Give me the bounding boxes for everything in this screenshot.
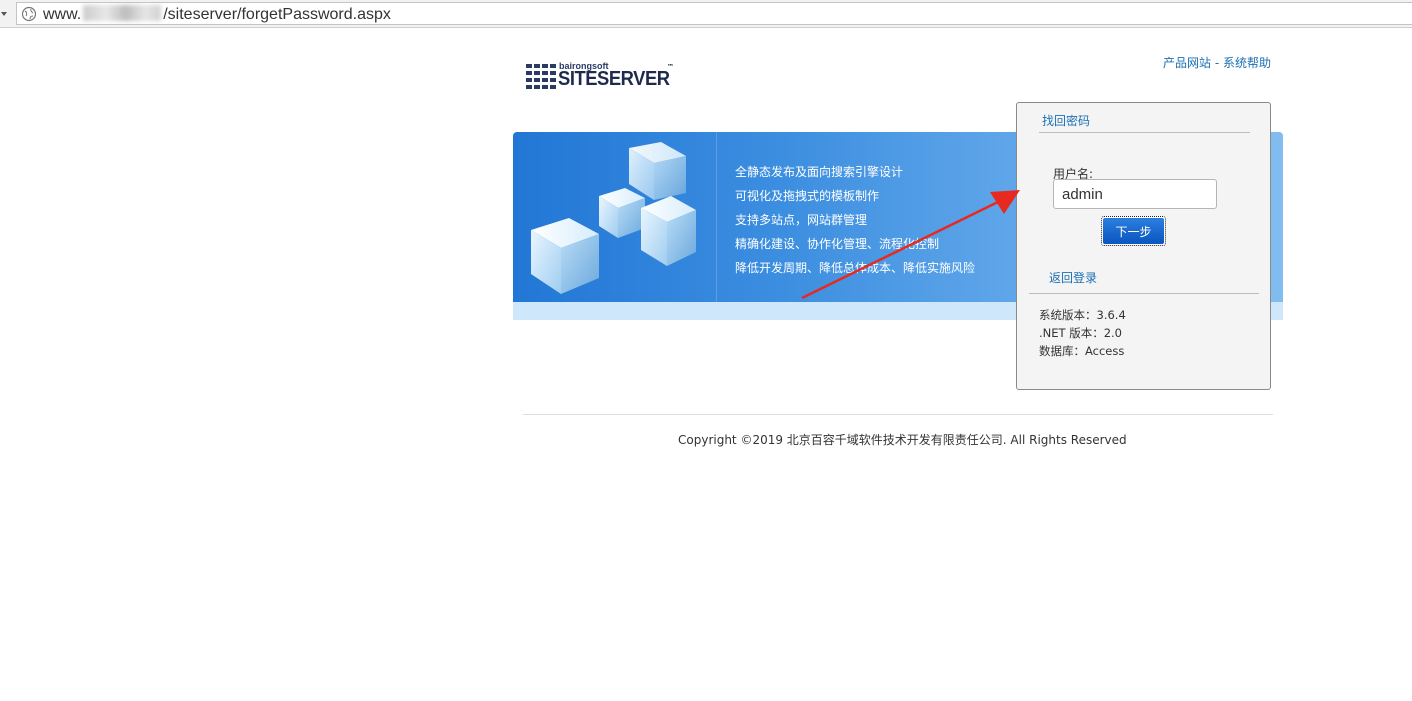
- url-suffix: /siteserver/forgetPassword.aspx: [163, 6, 391, 23]
- next-step-label: 下一步: [1103, 218, 1164, 244]
- next-step-button[interactable]: 下一步: [1101, 216, 1166, 246]
- footer-divider: [523, 414, 1273, 415]
- panel-title[interactable]: 找回密码: [1042, 112, 1090, 129]
- siteserver-logo: bairongsoft SITESERVER ™: [526, 60, 686, 94]
- feature-item: 全静态发布及面向搜索引擎设计: [735, 165, 904, 179]
- url-blurred-segment: [83, 5, 162, 21]
- database-info: 数据库：Access: [1039, 344, 1125, 358]
- feature-item: 支持多站点，网站群管理: [735, 213, 868, 227]
- forgot-password-panel: 找回密码 用户名: 下一步 返回登录 系统版本：3.6.4 .NET 版本：2.…: [1016, 102, 1271, 390]
- banner-divider: [716, 132, 717, 302]
- feature-item: 降低开发周期、降低总体成本、降低实施风险: [735, 261, 976, 275]
- system-version: 系统版本：3.6.4: [1039, 308, 1126, 322]
- divider: [1039, 132, 1250, 133]
- globe-icon: [21, 6, 37, 22]
- top-links: 产品网站 - 系统帮助: [1163, 54, 1271, 71]
- address-bar: www. /siteserver/forgetPassword.aspx: [0, 0, 1412, 28]
- copyright-text: Copyright ©2019 北京百容千域软件技术开发有限责任公司. All …: [678, 433, 1127, 447]
- dropdown-arrow-icon[interactable]: [0, 9, 10, 19]
- username-input[interactable]: [1053, 179, 1217, 209]
- feature-item: 精确化建设、协作化管理、流程化控制: [735, 237, 940, 251]
- url-field[interactable]: www. /siteserver/forgetPassword.aspx: [16, 2, 1412, 25]
- feature-item: 可视化及拖拽式的模板制作: [735, 189, 880, 203]
- system-help-link[interactable]: 系统帮助: [1223, 56, 1271, 70]
- cubes-illustration: [531, 142, 696, 294]
- system-info: 系统版本：3.6.4 .NET 版本：2.0 数据库：Access: [1039, 306, 1126, 360]
- url-prefix: www.: [43, 6, 82, 23]
- logo-grid-icon: [526, 64, 556, 89]
- product-site-link[interactable]: 产品网站: [1163, 56, 1211, 70]
- top-links-separator: -: [1211, 56, 1223, 70]
- divider: [1029, 293, 1259, 294]
- logo-main-text: SITESERVER: [558, 68, 670, 90]
- url-text[interactable]: www. /siteserver/forgetPassword.aspx: [43, 5, 391, 24]
- net-version: .NET 版本：2.0: [1039, 326, 1122, 340]
- feature-list: 全静态发布及面向搜索引擎设计 可视化及拖拽式的模板制作 支持多站点，网站群管理 …: [735, 160, 975, 280]
- logo-trademark: ™: [667, 63, 674, 71]
- back-to-login-link[interactable]: 返回登录: [1049, 269, 1097, 286]
